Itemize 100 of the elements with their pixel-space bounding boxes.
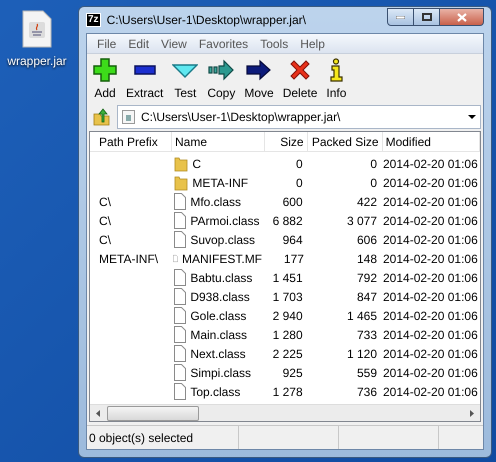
- folder-icon: [174, 156, 188, 172]
- file-name: MANIFEST.MF: [182, 250, 262, 268]
- arrow-right-icon: [208, 58, 234, 82]
- file-name: Simpi.class: [190, 364, 252, 382]
- packed-size: 559: [356, 366, 377, 380]
- cross-icon: [288, 58, 312, 82]
- maximize-icon: [422, 13, 432, 21]
- packed-size: 792: [356, 270, 377, 284]
- modified-date: 2014-02-20 01:06: [383, 328, 478, 342]
- packed-size: 736: [356, 384, 377, 398]
- menu-item[interactable]: Edit: [122, 34, 156, 52]
- file-row[interactable]: C\ Suvop.class 964 606 2014-02-20 01:06: [90, 230, 480, 249]
- menu-item[interactable]: View: [155, 34, 193, 52]
- toolbar-button[interactable]: Move: [241, 58, 277, 102]
- minimize-icon: [396, 16, 405, 18]
- modified-date: 2014-02-20 01:06: [383, 156, 478, 170]
- toolbar-button[interactable]: Extract: [123, 58, 166, 102]
- arrow-right-icon: [246, 58, 272, 82]
- modified-date: 2014-02-20 01:06: [383, 176, 478, 190]
- file-size: 0: [296, 176, 303, 190]
- file-row[interactable]: C\ PArmoi.class 6 882 3 077 2014-02-20 01:06: [90, 211, 480, 230]
- file-row[interactable]: META-INF 0 0 2014-02-20 01:06: [90, 173, 480, 192]
- file-row[interactable]: Main.class 1 280 733 2014-02-20 01:06: [90, 325, 480, 344]
- path-prefix: C\: [99, 194, 111, 208]
- modified-date: 2014-02-20 01:06: [383, 290, 478, 304]
- desktop-icon-label: wrapper.jar: [7, 53, 67, 70]
- file-size: 177: [284, 252, 304, 266]
- packed-size: 0: [370, 156, 377, 170]
- modified-date: 2014-02-20 01:06: [383, 384, 478, 398]
- modified-date: 2014-02-20 01:06: [383, 308, 478, 322]
- file-row[interactable]: Top.class 1 278 736 2014-02-20 01:06: [90, 382, 480, 401]
- column-header[interactable]: Name: [172, 132, 265, 151]
- file-size: 1 703: [272, 290, 303, 304]
- plus-icon: [93, 58, 117, 82]
- menu-item[interactable]: Tools: [254, 34, 294, 52]
- file-icon: [174, 326, 186, 343]
- java-file-icon[interactable]: [22, 10, 52, 48]
- window-title: C:\Users\User-1\Desktop\wrapper.jar\: [106, 12, 306, 29]
- dropdown-arrow-icon[interactable]: [468, 115, 476, 119]
- file-icon: [174, 193, 186, 210]
- column-header[interactable]: Path Prefix: [96, 132, 172, 151]
- file-name: Next.class: [190, 346, 246, 362]
- file-size: 1 278: [272, 384, 303, 398]
- file-name: Suvop.class: [190, 232, 256, 248]
- scroll-thumb[interactable]: [107, 406, 199, 420]
- file-icon: [174, 307, 186, 324]
- modified-date: 2014-02-20 01:06: [383, 232, 478, 246]
- file-row[interactable]: Next.class 2 225 1 120 2014-02-20 01:06: [90, 344, 480, 363]
- file-icon: [174, 364, 186, 381]
- archive-icon: [122, 110, 135, 124]
- file-size: 0: [296, 156, 303, 170]
- file-row[interactable]: C 0 0 2014-02-20 01:06: [90, 154, 480, 173]
- menu-item[interactable]: File: [91, 34, 122, 52]
- packed-size: 847: [356, 290, 377, 304]
- close-button[interactable]: [440, 8, 484, 26]
- file-size: 6 882: [272, 214, 303, 228]
- file-size: 1 280: [272, 328, 303, 342]
- status-text: 0 object(s) selected: [87, 426, 239, 449]
- packed-size: 0: [370, 176, 377, 190]
- packed-size: 148: [356, 252, 377, 266]
- file-row[interactable]: Simpi.class 925 559 2014-02-20 01:06: [90, 363, 480, 382]
- file-size: 2 225: [272, 346, 303, 360]
- modified-date: 2014-02-20 01:06: [383, 270, 478, 284]
- file-icon: [174, 288, 186, 305]
- menu-item[interactable]: Help: [294, 34, 331, 52]
- toolbar-button[interactable]: Delete: [280, 58, 320, 102]
- column-header[interactable]: Size: [264, 132, 308, 151]
- file-row[interactable]: META-INF\ MANIFEST.MF 177 148 2014-02-20 01:06: [90, 249, 480, 268]
- menu-item[interactable]: Favorites: [192, 34, 254, 52]
- file-icon: [174, 345, 186, 362]
- toolbar-button[interactable]: Test: [169, 58, 202, 102]
- folder-icon: [174, 174, 188, 190]
- toolbar-button[interactable]: Info: [323, 58, 350, 102]
- file-row[interactable]: C\ Mfo.class 600 422 2014-02-20 01:06: [90, 192, 480, 211]
- packed-size: 1 120: [346, 346, 377, 360]
- column-header[interactable]: Packed Size: [308, 132, 383, 151]
- horizontal-scrollbar[interactable]: [90, 404, 480, 421]
- toolbar-button[interactable]: Add: [90, 58, 120, 102]
- folder-up-icon: [93, 108, 111, 126]
- file-name: Gole.class: [190, 308, 246, 324]
- app-logo: 7z: [86, 13, 101, 27]
- file-row[interactable]: D938.class 1 703 847 2014-02-20 01:06: [90, 287, 480, 306]
- file-row[interactable]: Babtu.class 1 451 792 2014-02-20 01:06: [90, 268, 480, 287]
- minimize-button[interactable]: [387, 8, 414, 26]
- packed-size: 733: [356, 328, 377, 342]
- modified-date: 2014-02-20 01:06: [383, 214, 478, 228]
- maximize-button[interactable]: [414, 8, 440, 26]
- file-size: 600: [282, 194, 303, 208]
- file-name: Babtu.class: [190, 270, 252, 286]
- file-row[interactable]: Gole.class 2 940 1 465 2014-02-20 01:06: [90, 306, 480, 325]
- toolbar-button[interactable]: Copy: [204, 58, 238, 102]
- file-size: 1 451: [272, 270, 303, 284]
- file-icon: [174, 212, 186, 229]
- file-icon: [174, 269, 186, 286]
- close-icon: [456, 12, 466, 22]
- column-header[interactable]: Modified: [382, 132, 480, 151]
- modified-date: 2014-02-20 01:06: [383, 252, 478, 266]
- file-name: Mfo.class: [190, 194, 242, 210]
- path-prefix: C\: [99, 232, 111, 246]
- address-field[interactable]: C:\Users\User-1\Desktop\wrapper.jar\: [117, 105, 481, 129]
